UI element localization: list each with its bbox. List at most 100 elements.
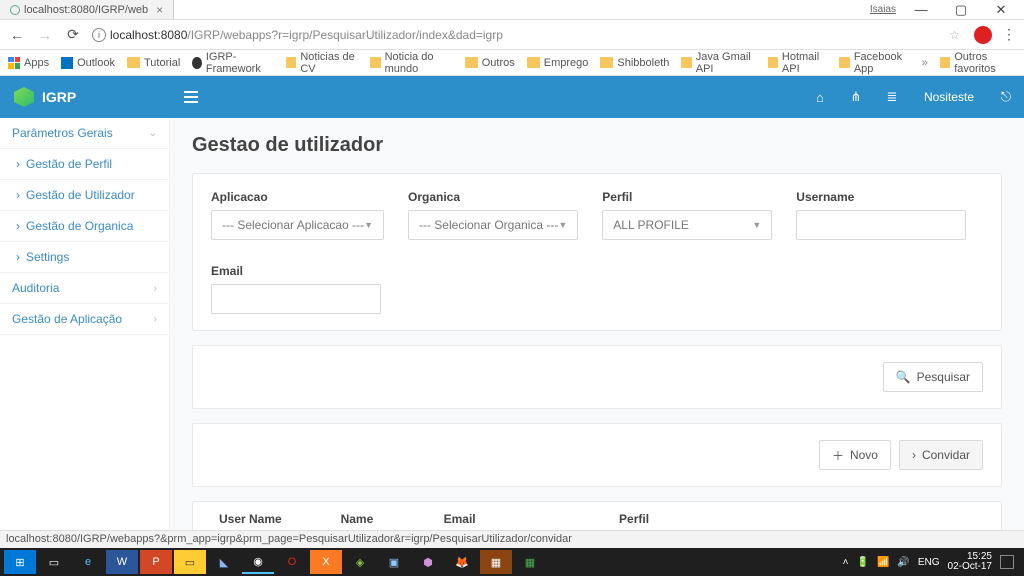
clock[interactable]: 15:25 02-Oct-17 [948, 552, 992, 572]
maximize-icon[interactable]: ▢ [946, 2, 976, 18]
aplicacao-select[interactable]: --- Selecionar Aplicacao ---▼ [211, 210, 384, 240]
sidebar-item-gestao-aplicacao[interactable]: Gestão de Aplicação› [0, 304, 169, 335]
db-icon[interactable]: ◈ [344, 550, 376, 574]
caret-down-icon: ▼ [558, 220, 567, 230]
notifications-icon[interactable] [1000, 555, 1014, 569]
volume-icon[interactable]: 🔊 [897, 557, 909, 568]
facebook-bookmark[interactable]: Facebook App [839, 51, 909, 75]
language-indicator[interactable]: ENG [918, 557, 940, 568]
logout-icon[interactable]: ⎋ [988, 89, 1024, 105]
chrome-icon[interactable]: ◉ [242, 550, 274, 574]
search-actions-card: 🔍Pesquisar [192, 345, 1002, 409]
igrp-framework-bookmark[interactable]: IGRP-Framework [192, 51, 274, 75]
page-title: Gestao de utilizador [192, 134, 1002, 157]
java-gmail-bookmark[interactable]: Java Gmail API [681, 51, 755, 75]
caret-down-icon: ▼ [364, 220, 373, 230]
bookmarks-bar: Apps Outlook Tutorial IGRP-Framework Not… [0, 50, 1024, 76]
powerpoint-icon[interactable]: P [140, 550, 172, 574]
email-label: Email [211, 264, 381, 278]
back-icon[interactable]: ← [8, 27, 26, 43]
sidebar-item-gestao-utilizador[interactable]: Gestão de Utilizador [0, 180, 169, 211]
outros-favoritos-bookmark[interactable]: Outros favoritos [940, 51, 1016, 75]
reload-icon[interactable]: ⟳ [64, 26, 82, 43]
username-input[interactable] [796, 210, 966, 240]
firefox-icon[interactable]: 🦊 [446, 550, 478, 574]
brand[interactable]: IGRP [0, 87, 170, 107]
app-icon[interactable]: ◣ [208, 550, 240, 574]
minimize-icon[interactable]: — [906, 2, 936, 17]
window-user-label: Isaias [870, 4, 896, 15]
hotmail-bookmark[interactable]: Hotmail API [768, 51, 828, 75]
filters-card: Aplicacao --- Selecionar Aplicacao ---▼ … [192, 173, 1002, 331]
users-table: User Name Name Email Perfil demo Nosites… [211, 502, 983, 530]
crud-actions-card: ＋Novo ›Convidar [192, 423, 1002, 487]
email-input[interactable] [211, 284, 381, 314]
convidar-button[interactable]: ›Convidar [899, 440, 983, 470]
menu-toggle-icon[interactable] [184, 91, 198, 103]
perfil-select[interactable]: ALL PROFILE▼ [602, 210, 772, 240]
main-content: Gestao de utilizador Aplicacao --- Selec… [170, 118, 1024, 530]
more-icon[interactable]: ⋮ [1002, 26, 1016, 43]
wifi-icon[interactable]: 📶 [877, 557, 889, 568]
tutorial-bookmark[interactable]: Tutorial [127, 57, 180, 69]
table-header-row: User Name Name Email Perfil [211, 502, 983, 530]
sidebar-item-parametros[interactable]: Parâmetros Gerais⌄ [0, 118, 169, 149]
list-icon[interactable]: ≣ [874, 89, 910, 105]
emprego-bookmark[interactable]: Emprego [527, 57, 589, 69]
header-user[interactable]: Nositeste [910, 90, 988, 104]
opera-icon[interactable] [974, 26, 992, 44]
home-icon[interactable]: ⌂ [802, 90, 838, 105]
pesquisar-button[interactable]: 🔍Pesquisar [883, 362, 983, 392]
caret-down-icon: ▼ [752, 220, 761, 230]
sidebar-item-gestao-organica[interactable]: Gestão de Organica [0, 211, 169, 242]
chevron-right-icon: › [154, 283, 157, 294]
share-icon[interactable]: ⋔ [838, 89, 874, 105]
apps-bookmark[interactable]: Apps [8, 57, 49, 69]
username-field: Username [796, 190, 966, 240]
info-icon[interactable]: i [92, 28, 106, 42]
status-bar: localhost:8080/IGRP/webapps?&prm_app=igr… [0, 530, 1024, 548]
xampp-icon[interactable]: X [310, 550, 342, 574]
app2-icon[interactable]: ▣ [378, 550, 410, 574]
opera-icon[interactable]: O [276, 550, 308, 574]
tab-title: localhost:8080/IGRP/web [24, 4, 148, 16]
app4-icon[interactable]: ▦ [480, 550, 512, 574]
sidebar-item-settings[interactable]: Settings [0, 242, 169, 273]
app3-icon[interactable]: ⬢ [412, 550, 444, 574]
shibboleth-bookmark[interactable]: Shibboleth [600, 57, 669, 69]
logo-icon [14, 87, 34, 107]
outlook-bookmark[interactable]: Outlook [61, 57, 115, 69]
noticia-mundo-bookmark[interactable]: Noticia do mundo [370, 51, 453, 75]
close-icon[interactable]: × [156, 3, 163, 17]
sidebar: Parâmetros Gerais⌄ Gestão de Perfil Gest… [0, 118, 170, 530]
close-window-icon[interactable]: ✕ [986, 2, 1016, 18]
col-email: Email [436, 502, 611, 530]
edge-icon[interactable]: e [72, 550, 104, 574]
aplicacao-label: Aplicacao [211, 190, 384, 204]
window-titlebar: localhost:8080/IGRP/web × Isaias — ▢ ✕ [0, 0, 1024, 20]
bookmarks-overflow-icon[interactable]: » [922, 57, 928, 69]
browser-tab[interactable]: localhost:8080/IGRP/web × [0, 0, 174, 19]
word-icon[interactable]: W [106, 550, 138, 574]
forward-icon[interactable]: → [36, 27, 54, 43]
email-field: Email [211, 264, 381, 314]
novo-button[interactable]: ＋Novo [819, 440, 891, 470]
outros-bookmark[interactable]: Outros [465, 57, 515, 69]
search-icon: 🔍 [896, 370, 911, 384]
organica-field: Organica --- Selecionar Organica ---▼ [408, 190, 578, 240]
taskview-icon[interactable]: ▭ [38, 550, 70, 574]
noticias-cv-bookmark[interactable]: Noticias de CV [286, 51, 358, 75]
url-input[interactable]: i localhost:8080/IGRP/webapps?r=igrp/Pes… [92, 28, 939, 42]
battery-icon[interactable]: 🔋 [857, 557, 869, 568]
sidebar-item-gestao-perfil[interactable]: Gestão de Perfil [0, 149, 169, 180]
organica-select[interactable]: --- Selecionar Organica ---▼ [408, 210, 578, 240]
results-card: User Name Name Email Perfil demo Nosites… [192, 501, 1002, 530]
star-icon[interactable]: ☆ [949, 28, 960, 42]
chevron-right-icon: › [154, 314, 157, 325]
sidebar-item-auditoria[interactable]: Auditoria› [0, 273, 169, 304]
explorer-icon[interactable]: ▭ [174, 550, 206, 574]
app5-icon[interactable]: ▦ [514, 550, 546, 574]
chevron-right-icon: › [912, 448, 916, 462]
start-button[interactable]: ⊞ [4, 550, 36, 574]
tray-up-icon[interactable]: ˄ [843, 557, 849, 568]
